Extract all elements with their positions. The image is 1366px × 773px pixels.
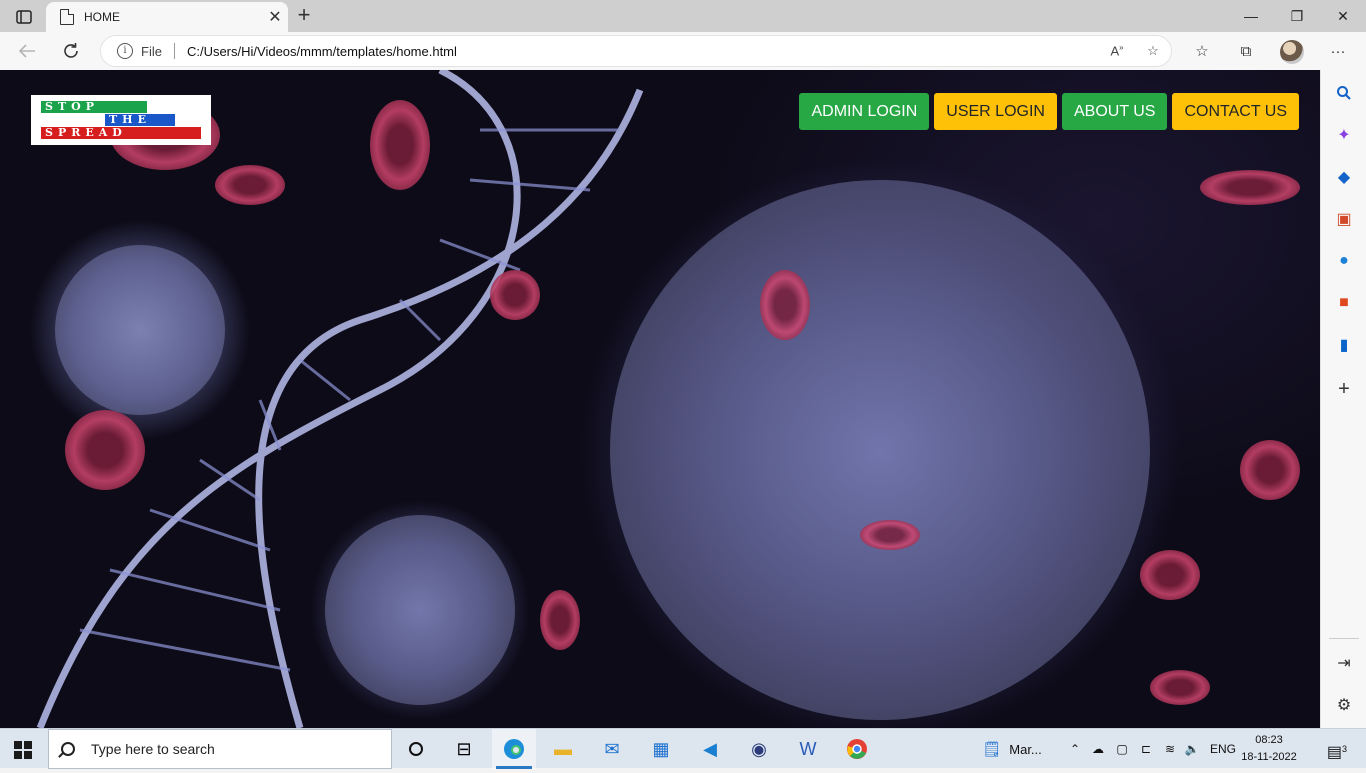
weather-icon[interactable]: ☁ xyxy=(1088,729,1108,769)
network-adapter-icon[interactable]: ⊏ xyxy=(1136,729,1156,769)
blood-cell xyxy=(490,270,540,320)
copilot-icon[interactable]: ✦ xyxy=(1333,124,1355,146)
minimize-button[interactable]: — xyxy=(1228,0,1274,32)
more-options-icon[interactable]: ··· xyxy=(1322,36,1354,66)
stop-the-spread-logo[interactable]: STOP THE SPREAD xyxy=(31,95,211,145)
shopping-icon[interactable]: ◆ xyxy=(1333,166,1355,188)
windows-taskbar: Type here to search ⊟ ▬ ✉ ▦ ◀ ◉ W 🗒 Mar.… xyxy=(0,728,1366,769)
vscode-icon[interactable]: ◀ xyxy=(688,729,732,769)
browser-tab[interactable]: HOME ✕ xyxy=(46,2,288,32)
clock-time: 08:23 xyxy=(1255,734,1283,746)
taskbar-search-placeholder: Type here to search xyxy=(91,741,215,757)
admin-login-button[interactable]: ADMIN LOGIN xyxy=(799,93,930,130)
chrome-icon[interactable] xyxy=(835,729,879,769)
site-info-icon[interactable]: i xyxy=(117,43,133,59)
logo-line-1: STOP xyxy=(41,101,147,113)
tab-actions-button[interactable] xyxy=(8,6,40,28)
tab-close-icon[interactable]: ✕ xyxy=(262,7,288,27)
new-tab-button[interactable]: + xyxy=(290,4,318,28)
blood-cell xyxy=(370,100,430,190)
browser-titlebar: HOME ✕ + — ❐ ✕ xyxy=(0,0,1366,32)
tools-icon[interactable]: ▣ xyxy=(1333,208,1355,230)
web-page: STOP THE SPREAD ADMIN LOGIN USER LOGIN A… xyxy=(0,70,1320,728)
games-icon[interactable]: ● xyxy=(1333,250,1355,272)
outlook-icon[interactable]: ▮ xyxy=(1333,334,1355,356)
url-text[interactable]: C:/Users/Hi/Videos/mmm/templates/home.ht… xyxy=(187,44,1099,59)
tab-title: HOME xyxy=(84,10,120,24)
sidebar-divider xyxy=(1329,638,1359,639)
search-icon xyxy=(61,742,75,756)
search-icon[interactable] xyxy=(1333,82,1355,104)
scheme-label: File xyxy=(141,43,162,59)
start-button[interactable] xyxy=(14,741,32,759)
logo-line-3: SPREAD xyxy=(41,127,201,139)
notification-center-icon[interactable]: ▤3 xyxy=(1320,729,1354,769)
restore-button[interactable]: ❐ xyxy=(1274,0,1320,32)
office-icon[interactable]: ■ xyxy=(1333,292,1355,314)
about-us-button[interactable]: ABOUT US xyxy=(1061,93,1168,130)
profile-avatar[interactable] xyxy=(1280,40,1304,64)
browser-toolbar: i File C:/Users/Hi/Videos/mmm/templates/… xyxy=(0,32,1366,70)
blood-cell xyxy=(215,165,285,205)
settings-icon[interactable]: ⚙ xyxy=(1333,694,1355,716)
address-bar[interactable]: i File C:/Users/Hi/Videos/mmm/templates/… xyxy=(100,35,1172,67)
notepad-icon: 🗒 xyxy=(982,741,1002,758)
language-indicator[interactable]: ENG xyxy=(1208,729,1238,769)
store-icon[interactable]: ▦ xyxy=(639,729,683,769)
cortana-icon[interactable] xyxy=(394,729,438,769)
eclipse-icon[interactable]: ◉ xyxy=(737,729,781,769)
notepad-taskbar-item[interactable]: 🗒 Mar... xyxy=(972,729,1052,769)
blood-cell xyxy=(860,520,920,550)
file-explorer-icon[interactable]: ▬ xyxy=(541,729,585,769)
notification-count: 3 xyxy=(1342,744,1348,754)
add-icon[interactable]: + xyxy=(1333,378,1355,400)
taskbar-search[interactable]: Type here to search xyxy=(48,729,392,769)
back-button[interactable] xyxy=(12,36,42,66)
volume-icon[interactable]: 🔈 xyxy=(1182,729,1202,769)
logo-line-2: THE xyxy=(105,114,175,126)
favorites-icon[interactable]: ☆ xyxy=(1186,36,1218,66)
blood-cell xyxy=(65,410,145,490)
refresh-button[interactable] xyxy=(56,36,86,66)
back-arrow-icon xyxy=(18,44,35,58)
add-favorite-icon[interactable]: ☆ xyxy=(1135,43,1171,59)
blood-cell xyxy=(540,590,580,650)
blood-cell xyxy=(760,270,810,340)
clock-date: 18-11-2022 xyxy=(1241,751,1297,763)
blood-cell xyxy=(1150,670,1210,705)
hide-sidebar-icon[interactable]: ⇥ xyxy=(1333,652,1355,674)
show-hidden-icons[interactable]: ⌃ xyxy=(1064,729,1086,769)
collections-icon[interactable]: ⧉ xyxy=(1230,36,1262,66)
refresh-icon xyxy=(64,43,78,58)
blood-cell xyxy=(1200,170,1300,205)
task-view-icon[interactable]: ⊟ xyxy=(442,729,486,769)
close-window-button[interactable]: ✕ xyxy=(1320,0,1366,32)
edge-taskbar-icon[interactable] xyxy=(492,729,536,769)
notepad-item-label: Mar... xyxy=(1009,741,1042,757)
tab-actions-icon xyxy=(16,10,32,24)
clock[interactable]: 08:23 18-11-2022 xyxy=(1240,732,1298,766)
main-nav: ADMIN LOGIN USER LOGIN ABOUT US CONTACT … xyxy=(799,93,1299,130)
meet-now-icon[interactable]: ▢ xyxy=(1112,729,1132,769)
read-aloud-icon[interactable]: A» xyxy=(1099,43,1135,58)
address-separator xyxy=(173,43,175,59)
page-icon xyxy=(60,9,74,25)
dna-helix-background xyxy=(36,70,1150,728)
contact-us-button[interactable]: CONTACT US xyxy=(1172,93,1299,130)
user-login-button[interactable]: USER LOGIN xyxy=(934,93,1057,130)
mail-icon[interactable]: ✉ xyxy=(590,729,634,769)
blood-cell xyxy=(1240,440,1300,500)
word-icon[interactable]: W xyxy=(786,729,830,769)
wifi-icon[interactable]: ≋ xyxy=(1160,729,1180,769)
blood-cell xyxy=(1140,550,1200,600)
edge-sidebar: ✦ ◆ ▣ ● ■ ▮ + ⇥ ⚙ xyxy=(1320,70,1366,728)
